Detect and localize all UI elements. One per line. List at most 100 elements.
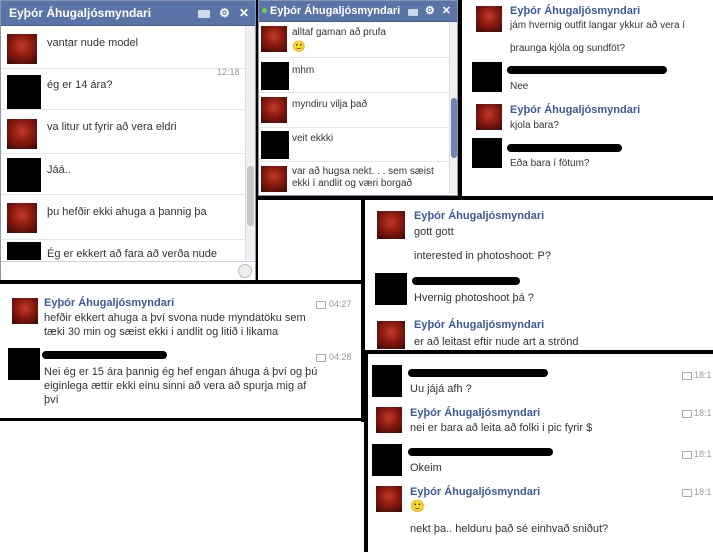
message-text: Ég er ekkert að fara að verða nude [47, 248, 217, 260]
list-item: Ég er ekkert að fara að verða nude [1, 240, 255, 262]
collage-divider [256, 0, 258, 282]
collage-divider [365, 350, 713, 354]
message-bubble-icon [682, 451, 692, 459]
chat-window-5: Eyþór Áhugaljósmyndari 04:27 hefðir ekke… [0, 290, 362, 416]
message-text: þu hefðir ekki ahuga a þannig þa [47, 206, 207, 218]
scrollbar-thumb[interactable] [451, 98, 457, 158]
gear-icon[interactable]: ⚙ [425, 3, 435, 19]
avatar [377, 211, 405, 239]
message-text: jám hvernig outfit langar ykkur að vera … [510, 20, 686, 31]
message-text: nei er bara að leita að folki i pic fyri… [410, 422, 593, 434]
message-text: Nei ég er 15 ára þannig ég hef engan áhu… [44, 366, 318, 406]
timestamp: 18:1 [694, 408, 712, 418]
chat-window-4: Eyþór Áhugaljósmyndari gott gott interes… [365, 203, 713, 349]
message-bubble-icon [682, 489, 692, 497]
chat-window-2: Eyþór Áhugaljósmyndari ⚙ ✕ alltaf gaman … [258, 0, 458, 196]
message-text: veit ekkki [292, 133, 334, 144]
online-status-icon [262, 8, 267, 13]
message-bubble-icon [316, 301, 326, 309]
sender-name: Eyþór Áhugaljósmyndari [410, 486, 541, 498]
video-call-icon[interactable] [198, 10, 211, 18]
list-item: þu hefðir ekki ahuga a þannig þa [1, 195, 255, 240]
message-text: interested in photoshoot: P? [414, 250, 551, 262]
timestamp: 18:1 [694, 449, 712, 459]
avatar [472, 62, 502, 92]
close-icon[interactable]: ✕ [239, 5, 249, 21]
message-text: vantar nude model [47, 37, 139, 49]
video-call-icon[interactable] [407, 8, 418, 16]
chat2-title: Eyþór Áhugaljósmyndari [270, 5, 401, 17]
message-text: Okeim [410, 462, 442, 474]
chat1-title: Eyþór Áhugaljósmyndari [9, 6, 152, 20]
chat-window-6: 18:1 Uu jájá afh ? Eyþór Áhugaljósmyndar… [368, 357, 713, 552]
collage-divider [0, 418, 365, 421]
redacted-name [408, 448, 553, 456]
message-text: Jáá.. [47, 164, 71, 176]
list-item: mhm [259, 58, 457, 93]
avatar [261, 131, 289, 159]
avatar [377, 321, 405, 349]
sender-name: Eyþór Áhugaljósmyndari [510, 104, 641, 116]
avatar [376, 486, 402, 512]
timestamp: 04:27 [329, 299, 352, 309]
sender-name: Eyþór Áhugaljósmyndari [414, 319, 545, 331]
message-text: alltaf gaman að prufa [292, 27, 386, 38]
message-text: þraunga kjóla og sundföt? [510, 43, 626, 54]
gear-icon[interactable]: ⚙ [219, 5, 230, 21]
list-item: va litur ut fyrir að vera eldri [1, 110, 255, 154]
list-item: veit ekkki [259, 128, 457, 162]
scrollbar[interactable] [245, 26, 255, 260]
redacted-name [42, 351, 167, 359]
list-item: myndiru vilja það [259, 93, 457, 128]
avatar [261, 62, 289, 90]
collage-divider [458, 0, 462, 198]
chat1-titlebar[interactable]: Eyþór Áhugaljósmyndari ⚙ ✕ [1, 1, 255, 26]
list-item: Jáá.. [1, 154, 255, 195]
timestamp: 18:1 [694, 370, 712, 380]
avatar [372, 365, 402, 397]
smiley-icon[interactable] [238, 264, 252, 278]
avatar [7, 242, 41, 260]
message-text: kjola bara? [510, 120, 559, 131]
chat-window-3: Eyþór Áhugaljósmyndari jám hvernig outfi… [462, 0, 713, 194]
avatar [261, 97, 287, 123]
avatar [7, 75, 41, 109]
chat-window-1: Eyþór Áhugaljósmyndari ⚙ ✕ vantar nude m… [0, 0, 256, 282]
sender-name: Eyþór Áhugaljósmyndari [44, 297, 175, 309]
scrollbar-thumb[interactable] [247, 166, 254, 226]
message-text: Hvernig photoshoot þá ? [414, 292, 534, 304]
message-text: Eða bara í fötum? [510, 158, 590, 169]
sender-name: Eyþór Áhugaljósmyndari [510, 5, 641, 17]
avatar [375, 273, 407, 305]
message-text: Nee [510, 81, 529, 92]
message-bubble-icon [316, 354, 326, 362]
avatar [12, 298, 38, 324]
message-text: Uu jájá afh ? [410, 383, 472, 395]
avatar [261, 26, 287, 52]
list-item: alltaf gaman að prufa 🙂 [259, 22, 457, 58]
list-item: ég er 14 ára? [1, 69, 255, 110]
avatar [476, 104, 502, 130]
redacted-name [507, 144, 622, 152]
chat1-input[interactable] [1, 261, 255, 281]
message-text: va litur ut fyrir að vera eldri [47, 121, 177, 133]
collage-divider [364, 350, 368, 552]
message-bubble-icon [682, 410, 692, 418]
smiley-icon: 🙂 [292, 41, 306, 53]
message-text: myndiru vilja það [292, 99, 368, 110]
chat2-titlebar[interactable]: Eyþór Áhugaljósmyndari ⚙ ✕ [259, 1, 457, 22]
redacted-name [408, 369, 548, 377]
close-icon[interactable]: ✕ [442, 3, 451, 19]
avatar [372, 444, 402, 476]
collage-divider [258, 196, 713, 200]
message-text: er að leitast eftir nude art a strönd [414, 336, 579, 348]
scrollbar[interactable] [449, 22, 457, 194]
collage-divider [0, 280, 365, 284]
avatar [8, 348, 40, 380]
sender-name: Eyþór Áhugaljósmyndari [410, 407, 541, 419]
redacted-name [507, 66, 667, 74]
list-item: vantar nude model [1, 26, 255, 69]
avatar [376, 407, 402, 433]
message-text: nekt þa.. helduru það sé einhvað sniðut? [410, 523, 609, 535]
avatar [7, 158, 41, 192]
